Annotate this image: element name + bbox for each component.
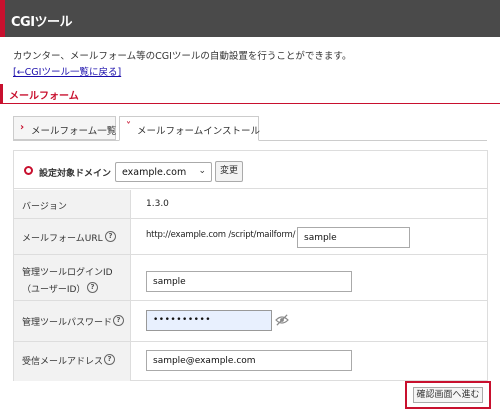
version-value: 1.3.0 xyxy=(146,199,169,209)
confirm-button-highlight: 確認画面へ進む xyxy=(405,381,491,409)
tab-label: メールフォームインストール xyxy=(137,126,261,137)
domain-select[interactable]: example.com ⌄ xyxy=(115,162,212,182)
page-title: CGIツール xyxy=(11,15,73,30)
help-icon[interactable]: ? xyxy=(87,282,98,293)
receive-mail-row: 受信メールアドレス ? sample@example.com xyxy=(14,342,487,381)
admin-id-row: 管理ツールログインID （ユーザーID） ? sample xyxy=(14,255,487,301)
page-header: CGIツール xyxy=(0,0,500,37)
admin-password-input[interactable]: •••••••••• xyxy=(146,310,272,331)
version-row: バージョン 1.3.0 xyxy=(14,190,487,219)
help-icon[interactable]: ? xyxy=(113,315,124,326)
help-icon[interactable]: ? xyxy=(104,354,115,365)
url-path-value: sample xyxy=(304,233,337,243)
tab-mailform-install[interactable]: ˅ メールフォームインストール xyxy=(119,116,261,141)
admin-password-row: 管理ツールパスワード ? •••••••••• xyxy=(14,301,487,342)
install-form-panel: 設定対象ドメイン example.com ⌄ 変更 バージョン 1.3.0 メー… xyxy=(13,150,488,381)
eye-slash-icon[interactable] xyxy=(275,314,289,326)
back-to-cgi-list-link[interactable]: [←CGIツール一覧に戻る] xyxy=(13,64,121,78)
url-prefix: http://example.com /script/mailform/ xyxy=(146,230,296,240)
section-title: メールフォーム xyxy=(9,91,79,102)
version-label-cell: バージョン xyxy=(14,190,131,218)
admin-id-label: 管理ツールログインID xyxy=(22,268,113,278)
admin-password-value: •••••••••• xyxy=(153,315,212,325)
domain-select-value: example.com xyxy=(122,167,187,178)
url-label-cell: メールフォームURL ? xyxy=(14,219,131,254)
domain-label: 設定対象ドメイン xyxy=(39,169,112,179)
confirm-button[interactable]: 確認画面へ進む xyxy=(413,387,483,403)
header-accent-bar xyxy=(0,0,5,37)
chevron-down-icon: ˅ xyxy=(126,121,131,132)
page-description: カウンター、メールフォーム等のCGIツールの自動設置を行うことができます。 xyxy=(13,51,352,62)
receive-mail-label-cell: 受信メールアドレス ? xyxy=(14,342,131,381)
admin-password-label: 管理ツールパスワード xyxy=(22,318,113,328)
tab-mailform-list[interactable]: › メールフォーム一覧 xyxy=(13,116,116,140)
receive-mail-input[interactable]: sample@example.com xyxy=(146,350,352,371)
admin-id-input[interactable]: sample xyxy=(146,271,352,292)
chevron-down-icon: ⌄ xyxy=(198,166,206,176)
domain-row: 設定対象ドメイン example.com ⌄ 変更 xyxy=(14,151,487,189)
receive-mail-label: 受信メールアドレス xyxy=(22,357,104,367)
version-label: バージョン xyxy=(22,202,67,212)
admin-id-sublabel: （ユーザーID） xyxy=(22,285,86,295)
change-domain-button[interactable]: 変更 xyxy=(215,161,243,182)
url-path-input[interactable]: sample xyxy=(297,227,410,248)
help-icon[interactable]: ? xyxy=(105,231,116,242)
url-row: メールフォームURL ? http://example.com /script/… xyxy=(14,219,487,255)
admin-password-label-cell: 管理ツールパスワード ? xyxy=(14,301,131,341)
url-label: メールフォームURL xyxy=(22,234,103,244)
radio-circle-icon xyxy=(24,166,33,175)
section-title-bar: メールフォーム xyxy=(0,84,500,104)
tab-label: メールフォーム一覧 xyxy=(31,126,117,137)
receive-mail-value: sample@example.com xyxy=(153,356,256,366)
admin-id-value: sample xyxy=(153,277,186,287)
chevron-right-icon: › xyxy=(20,122,25,133)
admin-id-label-cell: 管理ツールログインID （ユーザーID） ? xyxy=(14,255,131,300)
